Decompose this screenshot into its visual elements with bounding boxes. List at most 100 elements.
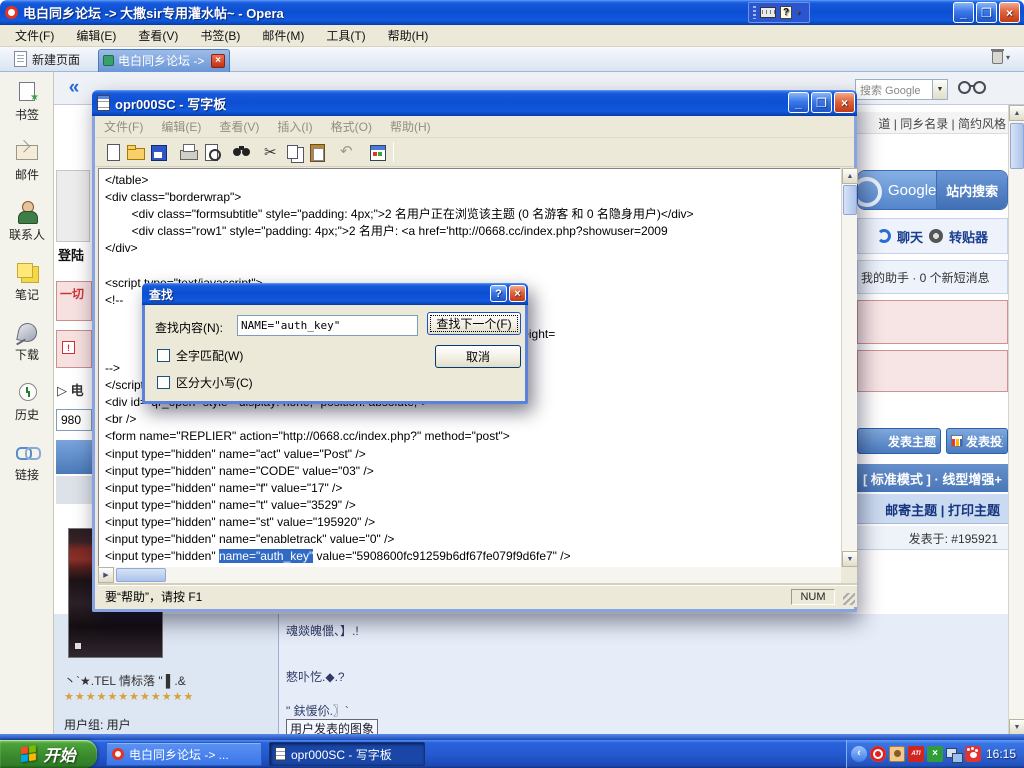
close-button[interactable]: × <box>999 2 1020 23</box>
post-poll-button[interactable]: 发表投票 <box>946 428 1008 454</box>
find-input[interactable] <box>237 315 418 336</box>
network-tray-icon[interactable] <box>946 746 962 762</box>
new-icon[interactable] <box>103 143 122 162</box>
rewind-button[interactable]: « <box>58 75 90 101</box>
dialog-help-button[interactable]: ? <box>490 285 507 302</box>
find-icon[interactable] <box>232 143 251 162</box>
keyboard-icon[interactable] <box>760 7 776 18</box>
editor-vscroll-thumb[interactable] <box>843 185 857 215</box>
sidebar-item-history[interactable]: 历史 <box>0 372 54 432</box>
wordpad-menu-item[interactable]: 帮助(H) <box>381 116 440 137</box>
wordpad-menu-item[interactable]: 格式(O) <box>322 116 381 137</box>
resize-grip[interactable] <box>843 593 855 605</box>
cancel-button[interactable]: 取消 <box>435 345 521 368</box>
chat-link[interactable]: 聊天 <box>897 227 923 246</box>
find-dialog-titlebar[interactable]: 查找 ? × <box>142 283 528 305</box>
forum-nav-links[interactable]: 道 | 同乡名录 | 简约风格 <box>857 112 1008 134</box>
collapse-tray-icon[interactable]: ‹ <box>851 746 867 762</box>
tab-close-icon[interactable]: × <box>211 54 225 68</box>
sidebar-item-links[interactable]: 链接 <box>0 432 54 492</box>
sidebar-item-downloads[interactable]: 下载 <box>0 312 54 372</box>
language-bar-menu-caret-icon[interactable]: ▾ <box>796 8 800 17</box>
match-whole-word-checkbox[interactable] <box>157 349 170 362</box>
editor-scroll-right-icon[interactable]: ▶ <box>98 567 114 583</box>
wordpad-maximize-button[interactable]: ❐ <box>811 92 832 113</box>
cut-icon[interactable] <box>262 143 281 162</box>
editor-horizontal-scrollbar[interactable]: ◀ ▶ <box>98 567 857 583</box>
sidebar-item-mail[interactable]: 邮件 <box>0 132 54 192</box>
wordpad-menu-item[interactable]: 编辑(E) <box>152 116 210 137</box>
repost-link[interactable]: 转贴器 <box>949 227 988 246</box>
search-box[interactable]: 搜索 Google ▼ <box>855 79 948 100</box>
taskbar-task-wordpad[interactable]: opr000SC - 写字板 <box>269 742 425 766</box>
paste-icon[interactable] <box>308 143 327 162</box>
scrollbar-thumb[interactable] <box>1010 123 1024 169</box>
dialog-close-button[interactable]: × <box>509 285 526 302</box>
opera-menu-item[interactable]: 查看(V) <box>127 25 189 46</box>
print-icon[interactable] <box>179 143 198 162</box>
assistant-bar[interactable]: 我的助手 · 0 个新短消息 <box>857 260 1008 294</box>
opera-menu-item[interactable]: 工具(T) <box>315 25 376 46</box>
google-search-button[interactable]: Google <box>858 171 936 209</box>
open-icon[interactable] <box>126 143 145 162</box>
site-search-button[interactable]: 站内搜索 <box>936 171 1007 209</box>
scroll-up-arrow-icon[interactable]: ▲ <box>1009 105 1024 121</box>
baidu-tray-icon[interactable] <box>965 746 981 762</box>
post-topic-button[interactable]: 发表主题 <box>857 428 941 454</box>
wordpad-menu-item[interactable]: 插入(I) <box>268 116 321 137</box>
mail-print-links[interactable]: 邮寄主题 | 打印主题 <box>857 494 1008 524</box>
sidebar-item-bookmarks[interactable]: 书签 <box>0 72 54 132</box>
start-button[interactable]: 开始 <box>0 740 97 768</box>
opera-menu-item[interactable]: 编辑(E) <box>65 25 127 46</box>
avatar-tray-icon[interactable] <box>889 746 905 762</box>
language-bar[interactable]: ? ▾ <box>748 2 810 23</box>
opera-menu-item[interactable]: 帮助(H) <box>377 25 440 46</box>
sidebar-item-contacts[interactable]: 联系人 <box>0 192 54 252</box>
find-next-button[interactable]: 查找下一个(F) <box>427 312 521 335</box>
post-signature-line: 魂燚魄儠、】.! <box>286 622 359 639</box>
opera-menu-item[interactable]: 书签(B) <box>189 25 251 46</box>
preview-icon[interactable] <box>202 143 221 162</box>
breadcrumb[interactable]: ▷ 电 <box>57 380 84 399</box>
page-scrollbar[interactable]: ▲ ▼ <box>1008 105 1024 735</box>
undo-icon[interactable] <box>338 143 357 162</box>
username[interactable]: 丶`★.TEL 情标落 " ▌.& <box>64 672 314 689</box>
opera-tray-icon[interactable] <box>870 746 886 762</box>
wordpad-close-button[interactable]: × <box>834 92 855 113</box>
copy-icon[interactable] <box>285 143 304 162</box>
match-case-checkbox[interactable] <box>157 376 170 389</box>
search-input[interactable]: 搜索 Google <box>856 82 932 98</box>
sidebar-item-notes[interactable]: 笔记 <box>0 252 54 312</box>
display-mode-bar[interactable]: [ 标准模式 ] · 线型增强+ <box>857 464 1008 492</box>
language-bar-grip[interactable] <box>753 6 756 19</box>
page-number-input[interactable]: 980 <box>56 409 92 431</box>
help-icon[interactable]: ? <box>780 6 792 19</box>
save-icon[interactable] <box>149 143 168 162</box>
new-page-button[interactable]: 新建页面 <box>8 49 86 70</box>
announcement-box: 一切 <box>56 281 92 321</box>
restore-button[interactable]: ❐ <box>976 2 997 23</box>
zoom-glasses-icon[interactable] <box>956 79 990 97</box>
wordpad-minimize-button[interactable]: _ <box>788 92 809 113</box>
greenx-tray-icon[interactable]: × <box>927 746 943 762</box>
wordpad-menu-item[interactable]: 查看(V) <box>210 116 268 137</box>
scroll-down-arrow-icon[interactable]: ▼ <box>1009 719 1024 735</box>
closed-tabs-button[interactable]: ▾ <box>992 51 1010 64</box>
editor-scroll-up-icon[interactable]: ▲ <box>842 168 858 184</box>
page-tab[interactable]: 电白同乡论坛 -> 大... × <box>98 49 230 72</box>
wordpad-menu-item[interactable]: 文件(F) <box>95 116 152 137</box>
minimize-button[interactable]: _ <box>953 2 974 23</box>
opera-menu-item[interactable]: 邮件(M) <box>251 25 315 46</box>
search-engine-dropdown[interactable]: ▼ <box>932 80 947 99</box>
editor-scroll-down-icon[interactable]: ▼ <box>842 551 858 567</box>
opera-menu-item[interactable]: 文件(F) <box>4 25 65 46</box>
ati-tray-icon[interactable]: ATI <box>908 746 924 762</box>
user-images-link[interactable]: 用户发表的图象 <box>286 719 378 735</box>
wordpad-titlebar[interactable]: opr000SC - 写字板 _ ❐ × <box>92 90 857 116</box>
opera-titlebar[interactable]: 电白同乡论坛 -> 大撒sir专用灌水帖~ - Opera ? ▾ _ ❐ × <box>0 0 1024 25</box>
login-label[interactable]: 登陆 <box>58 245 92 264</box>
editor-vertical-scrollbar[interactable]: ▲ ▼ <box>841 168 857 567</box>
editor-hscroll-thumb[interactable] <box>116 568 166 582</box>
taskbar-task-opera[interactable]: 电白同乡论坛 -> ... <box>106 742 262 766</box>
datetime-icon[interactable] <box>368 143 387 162</box>
